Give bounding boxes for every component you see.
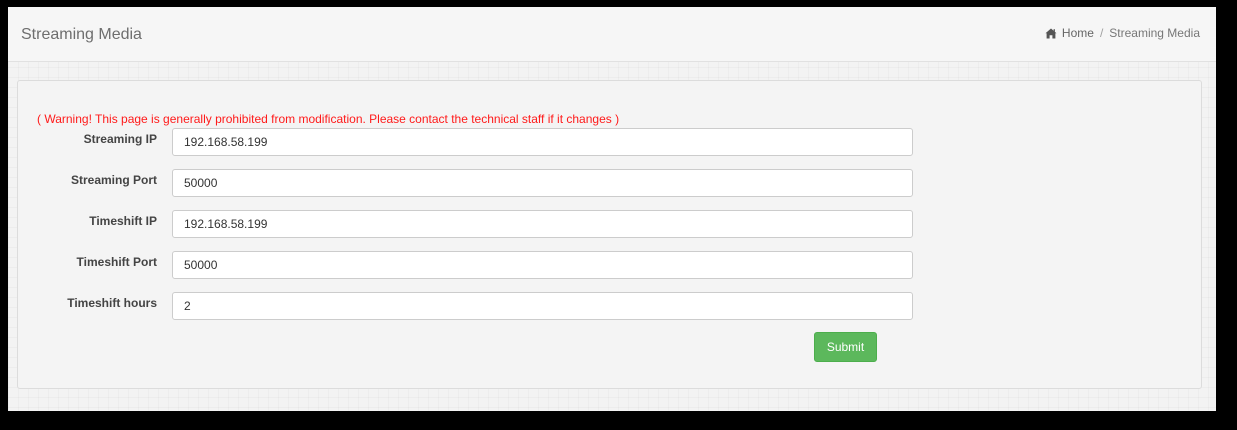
breadcrumb: Home / Streaming Media	[1045, 26, 1200, 40]
timeshift-ip-label: Timeshift IP	[89, 214, 157, 228]
app-window: Streaming Media Home / Streaming Media (…	[8, 7, 1216, 411]
streaming-port-input[interactable]	[172, 169, 913, 197]
page-title: Streaming Media	[21, 26, 142, 43]
breadcrumb-current: Streaming Media	[1109, 26, 1200, 40]
submit-button[interactable]: Submit	[814, 332, 877, 362]
form-row-timeshift-port: Timeshift Port	[8, 251, 928, 279]
streaming-ip-label: Streaming IP	[83, 132, 157, 146]
home-icon[interactable]	[1045, 28, 1057, 39]
timeshift-hours-input[interactable]	[172, 292, 913, 320]
streaming-ip-input[interactable]	[172, 128, 913, 156]
warning-message: ( Warning! This page is generally prohib…	[37, 112, 620, 126]
streaming-port-label: Streaming Port	[70, 173, 157, 187]
timeshift-port-input[interactable]	[172, 251, 913, 279]
breadcrumb-separator: /	[1099, 26, 1104, 40]
breadcrumb-home-link[interactable]: Home	[1062, 26, 1094, 40]
form-row-streaming-port: Streaming Port	[8, 169, 928, 197]
form-row-timeshift-hours: Timeshift hours	[8, 292, 928, 320]
page-header: Streaming Media Home / Streaming Media	[8, 7, 1216, 62]
timeshift-hours-label: Timeshift hours	[67, 296, 157, 310]
form-row-timeshift-ip: Timeshift IP	[8, 210, 928, 238]
timeshift-ip-input[interactable]	[172, 210, 913, 238]
form-row-streaming-ip: Streaming IP	[8, 128, 928, 156]
timeshift-port-label: Timeshift Port	[76, 255, 157, 269]
